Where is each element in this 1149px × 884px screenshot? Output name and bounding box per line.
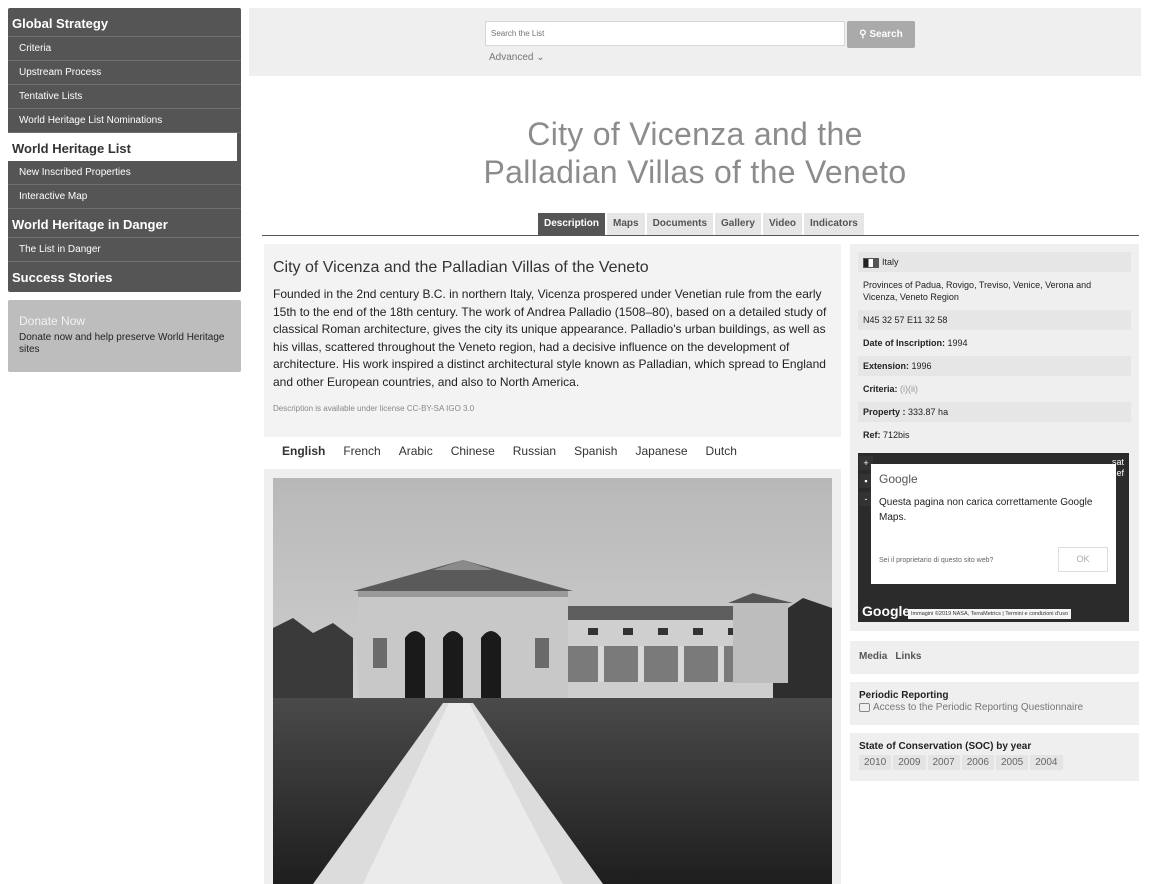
nav-item-list-in-danger[interactable]: The List in Danger [8, 238, 241, 262]
language-selector: English French Arabic Chinese Russian Sp… [282, 444, 737, 458]
property-value: 333.87 ha [908, 407, 949, 417]
questionnaire-icon [859, 702, 870, 712]
info-inscription: Date of Inscription: 1994 [858, 333, 1131, 353]
description-heading: City of Vicenza and the Palladian Villas… [273, 259, 649, 276]
ref-value: 712bis [883, 430, 910, 440]
donate-box[interactable]: Donate Now Donate now and help preserve … [8, 300, 241, 372]
sidebar: Global Strategy Criteria Upstream Proces… [8, 8, 241, 372]
villa-photo-image [273, 478, 832, 884]
property-info-panel: Italy Provinces of Padua, Rovigo, Trevis… [850, 244, 1139, 453]
nav-item-interactive-map[interactable]: Interactive Map [8, 185, 241, 209]
extension-label: Extension: [863, 361, 910, 371]
google-logo: Google [879, 472, 918, 486]
inscription-label: Date of Inscription: [863, 338, 946, 348]
photo-panel [264, 469, 841, 884]
description-license[interactable]: Description is available under license C… [273, 404, 832, 413]
periodic-reporting-link[interactable]: Access to the Periodic Reporting Questio… [859, 702, 1130, 713]
nav-heading-world-heritage-list[interactable]: World Heritage List [8, 133, 237, 161]
soc-year-link[interactable]: 2009 [893, 755, 926, 770]
nav-heading-in-danger[interactable]: World Heritage in Danger [8, 209, 241, 238]
search-button-label: Search [869, 29, 903, 40]
info-criteria: Criteria: (i)(ii) [858, 379, 1131, 399]
map-owner-question[interactable]: Sei il proprietario di questo sito web? [879, 557, 993, 564]
lang-russian[interactable]: Russian [513, 444, 556, 458]
donate-text: Donate now and help preserve World Herit… [19, 332, 225, 355]
map-error-dialog: Google Questa pagina non carica corretta… [871, 464, 1116, 584]
map-error-message: Questa pagina non carica correttamente G… [879, 497, 1093, 523]
nav-heading-success-stories[interactable]: Success Stories [8, 262, 241, 290]
lang-french[interactable]: French [343, 444, 380, 458]
search-button[interactable]: ⚲ Search [847, 21, 915, 48]
soc-year-link[interactable]: 2007 [927, 755, 960, 770]
soc-year-link[interactable]: 2006 [961, 755, 994, 770]
soc-years: 2010 2009 2007 2006 2005 2004 [859, 755, 1130, 770]
map-credits[interactable]: Immagini ©2019 NASA, TerraMetrics | Term… [908, 609, 1072, 619]
tab-maps[interactable]: Maps [607, 213, 645, 235]
ref-label: Ref: [863, 430, 881, 440]
info-country[interactable]: Italy [858, 252, 1131, 272]
criteria-value[interactable]: (i)(ii) [900, 384, 918, 394]
country-name: Italy [882, 257, 899, 267]
info-property: Property : 333.87 ha [858, 402, 1131, 422]
tab-divider [262, 235, 1139, 236]
tab-indicators[interactable]: Indicators [804, 213, 864, 235]
extension-value: 1996 [911, 361, 932, 371]
info-ref: Ref: 712bis [858, 425, 1131, 445]
map-ok-button[interactable]: OK [1058, 547, 1108, 572]
advanced-search-link[interactable]: Advanced ⌄ [489, 52, 545, 63]
periodic-link-label: Access to the Periodic Reporting Questio… [873, 702, 1084, 713]
nav-item-upstream-process[interactable]: Upstream Process [8, 61, 241, 85]
description-body: Founded in the 2nd century B.C. in north… [273, 287, 827, 389]
italy-flag-icon [863, 257, 879, 268]
lang-english[interactable]: English [282, 444, 325, 458]
tab-bar: Description Maps Documents Gallery Video… [538, 213, 864, 235]
inscription-value: 1994 [947, 338, 968, 348]
lang-chinese[interactable]: Chinese [451, 444, 495, 458]
nav-item-nominations[interactable]: World Heritage List Nominations [8, 109, 241, 133]
page-title: City of Vicenza and the Palladian Villas… [249, 115, 1141, 191]
info-coordinates: N45 32 57 E11 32 58 [858, 310, 1131, 330]
nav-item-criteria[interactable]: Criteria [8, 37, 241, 61]
soc-panel: State of Conservation (SOC) by year 2010… [850, 733, 1139, 781]
search-bar: ⚲ Search Advanced ⌄ [249, 8, 1141, 76]
media-tab[interactable]: Media [859, 651, 887, 664]
lang-spanish[interactable]: Spanish [574, 444, 617, 458]
google-map[interactable]: + ▪ - sat Relief Google Questa pagina no… [858, 453, 1129, 622]
donate-title[interactable]: Donate Now [19, 314, 230, 328]
description-panel: City of Vicenza and the Palladian Villas… [264, 244, 841, 437]
lang-japanese[interactable]: Japanese [635, 444, 687, 458]
links-tab[interactable]: Links [895, 651, 921, 664]
info-extension: Extension: 1996 [858, 356, 1131, 376]
soc-year-link[interactable]: 2010 [859, 755, 892, 770]
page-title-line2: Palladian Villas of the Veneto [483, 154, 907, 190]
villa-photo[interactable] [273, 478, 832, 884]
periodic-reporting-panel: Periodic Reporting Access to the Periodi… [850, 682, 1139, 725]
soc-title: State of Conservation (SOC) by year [859, 741, 1032, 752]
tab-description[interactable]: Description [538, 213, 606, 235]
google-watermark: Google [862, 603, 911, 619]
property-label: Property : [863, 407, 906, 417]
nav-item-tentative-lists[interactable]: Tentative Lists [8, 85, 241, 109]
soc-year-link[interactable]: 2005 [996, 755, 1029, 770]
page-title-line1: City of Vicenza and the [527, 116, 863, 152]
criteria-label: Criteria: [863, 384, 898, 394]
lang-dutch[interactable]: Dutch [706, 444, 737, 458]
sidebar-nav: Global Strategy Criteria Upstream Proces… [8, 8, 241, 292]
map-panel: + ▪ - sat Relief Google Questa pagina no… [850, 445, 1139, 631]
tab-gallery[interactable]: Gallery [715, 213, 761, 235]
lang-arabic[interactable]: Arabic [399, 444, 433, 458]
nav-heading-global-strategy[interactable]: Global Strategy [8, 8, 241, 37]
media-links-panel: Media Links [850, 641, 1139, 674]
soc-year-link[interactable]: 2004 [1030, 755, 1063, 770]
nav-item-new-inscribed[interactable]: New Inscribed Properties [8, 161, 241, 185]
tab-documents[interactable]: Documents [646, 213, 714, 235]
periodic-reporting-title: Periodic Reporting [859, 690, 949, 701]
search-input[interactable] [485, 21, 845, 46]
search-icon: ⚲ [859, 29, 867, 40]
tab-video[interactable]: Video [762, 213, 802, 235]
info-location: Provinces of Padua, Rovigo, Treviso, Ven… [863, 280, 1092, 302]
